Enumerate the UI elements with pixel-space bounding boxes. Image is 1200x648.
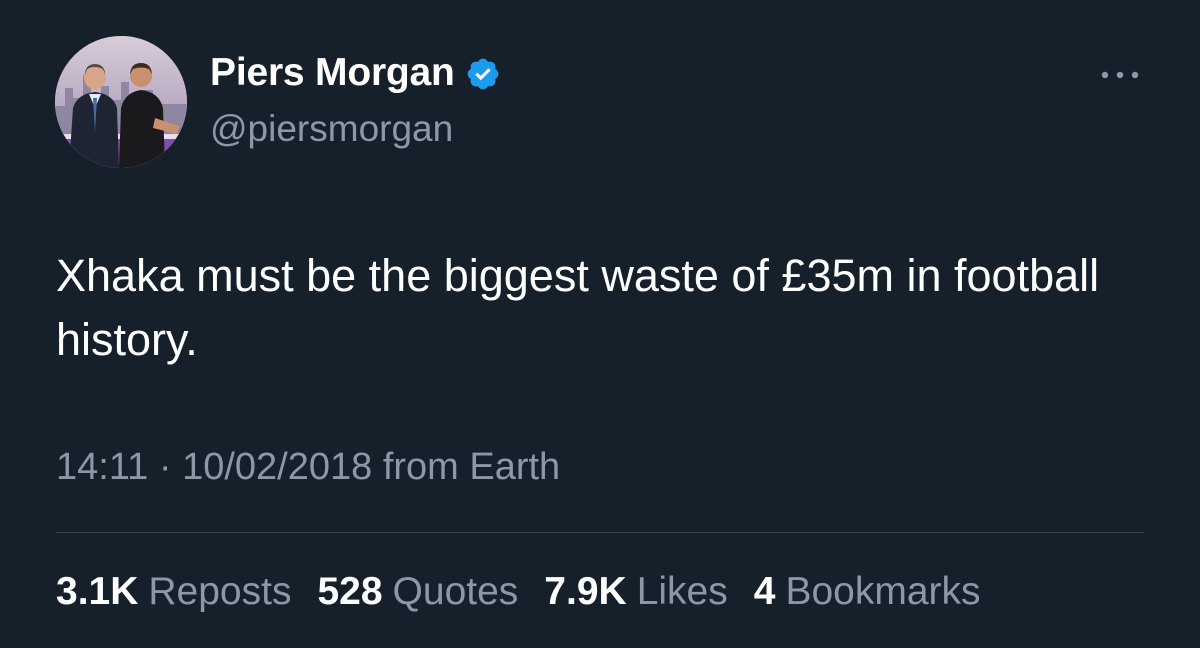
tweet-metadata: 14:11 · 10/02/2018 from Earth xyxy=(56,446,560,489)
avatar[interactable] xyxy=(55,36,187,168)
meta-separator: · xyxy=(158,446,172,488)
verified-badge-icon[interactable] xyxy=(465,56,501,92)
bookmarks-count: 4 xyxy=(753,570,776,613)
quotes-stat[interactable]: 528 Quotes xyxy=(317,570,518,614)
avatar-image xyxy=(55,36,187,168)
more-options-icon[interactable] xyxy=(1096,60,1144,90)
likes-count: 7.9K xyxy=(544,570,627,613)
divider xyxy=(56,532,1144,533)
reposts-count: 3.1K xyxy=(56,570,139,613)
tweet-date[interactable]: 10/02/2018 xyxy=(182,446,372,489)
quotes-count: 528 xyxy=(317,570,383,613)
quotes-label: Quotes xyxy=(392,570,519,613)
tweet-text: Xhaka must be the biggest waste of £35m … xyxy=(56,250,1100,365)
bookmarks-stat[interactable]: 4 Bookmarks xyxy=(754,570,981,614)
engagement-stats: 3.1K Reposts 528 Quotes 7.9K Likes 4 Boo… xyxy=(56,566,981,618)
reposts-stat[interactable]: 3.1K Reposts xyxy=(56,570,291,614)
tweet-card: Piers Morgan @piersmorgan Xhaka must be … xyxy=(0,0,1200,648)
likes-label: Likes xyxy=(636,570,728,613)
likes-stat[interactable]: 7.9K Likes xyxy=(544,570,727,614)
reposts-label: Reposts xyxy=(148,570,292,613)
author-row: Piers Morgan xyxy=(210,48,501,98)
display-name[interactable]: Piers Morgan xyxy=(210,51,455,95)
bookmarks-label: Bookmarks xyxy=(785,570,981,613)
tweet-time[interactable]: 14:11 xyxy=(56,446,148,489)
tweet-source: from Earth xyxy=(382,446,561,488)
user-handle[interactable]: @piersmorgan xyxy=(210,108,453,150)
